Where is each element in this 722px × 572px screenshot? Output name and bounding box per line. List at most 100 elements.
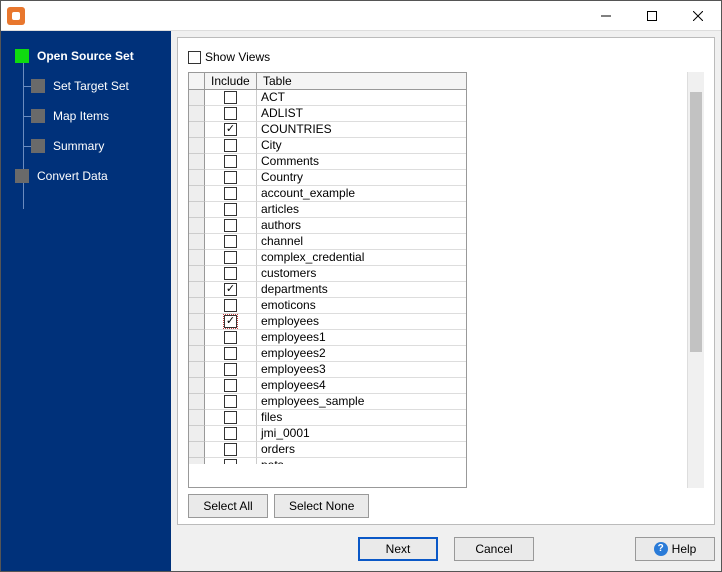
table-name-cell[interactable]: City <box>257 138 466 154</box>
table-row[interactable]: City <box>189 138 466 154</box>
row-header-cell[interactable] <box>189 106 205 122</box>
table-name-cell[interactable]: pets <box>257 458 466 464</box>
row-header-cell[interactable] <box>189 218 205 234</box>
table-row[interactable]: Country <box>189 170 466 186</box>
row-header-cell[interactable] <box>189 90 205 106</box>
include-cell[interactable] <box>205 106 257 122</box>
include-cell[interactable] <box>205 314 257 330</box>
maximize-button[interactable] <box>629 1 675 31</box>
table-name-cell[interactable]: employees <box>257 314 466 330</box>
next-button[interactable]: Next <box>358 537 438 561</box>
table-header[interactable]: Table <box>257 73 466 90</box>
include-checkbox[interactable] <box>224 299 237 312</box>
table-row[interactable]: employees1 <box>189 330 466 346</box>
include-cell[interactable] <box>205 394 257 410</box>
include-cell[interactable] <box>205 250 257 266</box>
include-cell[interactable] <box>205 442 257 458</box>
include-cell[interactable] <box>205 138 257 154</box>
row-header-cell[interactable] <box>189 186 205 202</box>
table-name-cell[interactable]: complex_credential <box>257 250 466 266</box>
row-header-cell[interactable] <box>189 362 205 378</box>
include-checkbox[interactable] <box>224 443 237 456</box>
include-checkbox[interactable] <box>224 139 237 152</box>
include-cell[interactable] <box>205 362 257 378</box>
row-header-cell[interactable] <box>189 170 205 186</box>
table-row[interactable]: customers <box>189 266 466 282</box>
include-cell[interactable] <box>205 410 257 426</box>
include-cell[interactable] <box>205 154 257 170</box>
include-cell[interactable] <box>205 234 257 250</box>
close-button[interactable] <box>675 1 721 31</box>
row-header-cell[interactable] <box>189 282 205 298</box>
include-cell[interactable] <box>205 426 257 442</box>
table-name-cell[interactable]: employees_sample <box>257 394 466 410</box>
scrollbar-thumb[interactable] <box>690 92 702 352</box>
include-checkbox[interactable] <box>224 235 237 248</box>
table-row[interactable]: emoticons <box>189 298 466 314</box>
row-header-cell[interactable] <box>189 330 205 346</box>
row-header-cell[interactable] <box>189 250 205 266</box>
include-cell[interactable] <box>205 202 257 218</box>
table-row[interactable]: COUNTRIES <box>189 122 466 138</box>
include-checkbox[interactable] <box>224 187 237 200</box>
include-cell[interactable] <box>205 298 257 314</box>
table-name-cell[interactable]: employees2 <box>257 346 466 362</box>
select-all-button[interactable]: Select All <box>188 494 268 518</box>
table-name-cell[interactable]: customers <box>257 266 466 282</box>
minimize-button[interactable] <box>583 1 629 31</box>
row-header-cell[interactable] <box>189 394 205 410</box>
include-cell[interactable] <box>205 330 257 346</box>
table-row[interactable]: employees4 <box>189 378 466 394</box>
row-header-cell[interactable] <box>189 426 205 442</box>
table-row[interactable]: pets <box>189 458 466 464</box>
sidebar-item-set-target-set[interactable]: Set Target Set <box>31 71 171 101</box>
include-checkbox[interactable] <box>224 411 237 424</box>
include-checkbox[interactable] <box>224 251 237 264</box>
row-header-cell[interactable] <box>189 266 205 282</box>
sidebar-item-open-source-set[interactable]: Open Source Set <box>15 41 171 71</box>
table-row[interactable]: employees <box>189 314 466 330</box>
table-row[interactable]: account_example <box>189 186 466 202</box>
table-name-cell[interactable]: account_example <box>257 186 466 202</box>
include-header[interactable]: Include <box>205 73 257 90</box>
table-row[interactable]: channel <box>189 234 466 250</box>
table-row[interactable]: ACT <box>189 90 466 106</box>
table-row[interactable]: authors <box>189 218 466 234</box>
show-views-checkbox[interactable] <box>188 51 201 64</box>
table-row[interactable]: orders <box>189 442 466 458</box>
include-cell[interactable] <box>205 346 257 362</box>
table-name-cell[interactable]: articles <box>257 202 466 218</box>
sidebar-item-convert-data[interactable]: Convert Data <box>15 161 171 191</box>
include-cell[interactable] <box>205 186 257 202</box>
row-header-cell[interactable] <box>189 314 205 330</box>
include-cell[interactable] <box>205 90 257 106</box>
table-name-cell[interactable]: employees1 <box>257 330 466 346</box>
table-name-cell[interactable]: ADLIST <box>257 106 466 122</box>
row-header-cell[interactable] <box>189 154 205 170</box>
include-checkbox[interactable] <box>224 107 237 120</box>
table-row[interactable]: complex_credential <box>189 250 466 266</box>
table-name-cell[interactable]: Comments <box>257 154 466 170</box>
cancel-button[interactable]: Cancel <box>454 537 534 561</box>
include-cell[interactable] <box>205 282 257 298</box>
table-row[interactable]: jmi_0001 <box>189 426 466 442</box>
include-checkbox[interactable] <box>224 395 237 408</box>
include-checkbox[interactable] <box>224 315 237 328</box>
table-name-cell[interactable]: employees3 <box>257 362 466 378</box>
include-cell[interactable] <box>205 218 257 234</box>
row-header-cell[interactable] <box>189 234 205 250</box>
sidebar-item-summary[interactable]: Summary <box>31 131 171 161</box>
table-name-cell[interactable]: COUNTRIES <box>257 122 466 138</box>
include-checkbox[interactable] <box>224 155 237 168</box>
table-row[interactable]: Comments <box>189 154 466 170</box>
table-row[interactable]: employees3 <box>189 362 466 378</box>
table-row[interactable]: ADLIST <box>189 106 466 122</box>
sidebar-item-map-items[interactable]: Map Items <box>31 101 171 131</box>
table-name-cell[interactable]: emoticons <box>257 298 466 314</box>
table-name-cell[interactable]: departments <box>257 282 466 298</box>
table-name-cell[interactable]: authors <box>257 218 466 234</box>
table-name-cell[interactable]: Country <box>257 170 466 186</box>
table-name-cell[interactable]: files <box>257 410 466 426</box>
row-header-cell[interactable] <box>189 378 205 394</box>
table-name-cell[interactable]: channel <box>257 234 466 250</box>
